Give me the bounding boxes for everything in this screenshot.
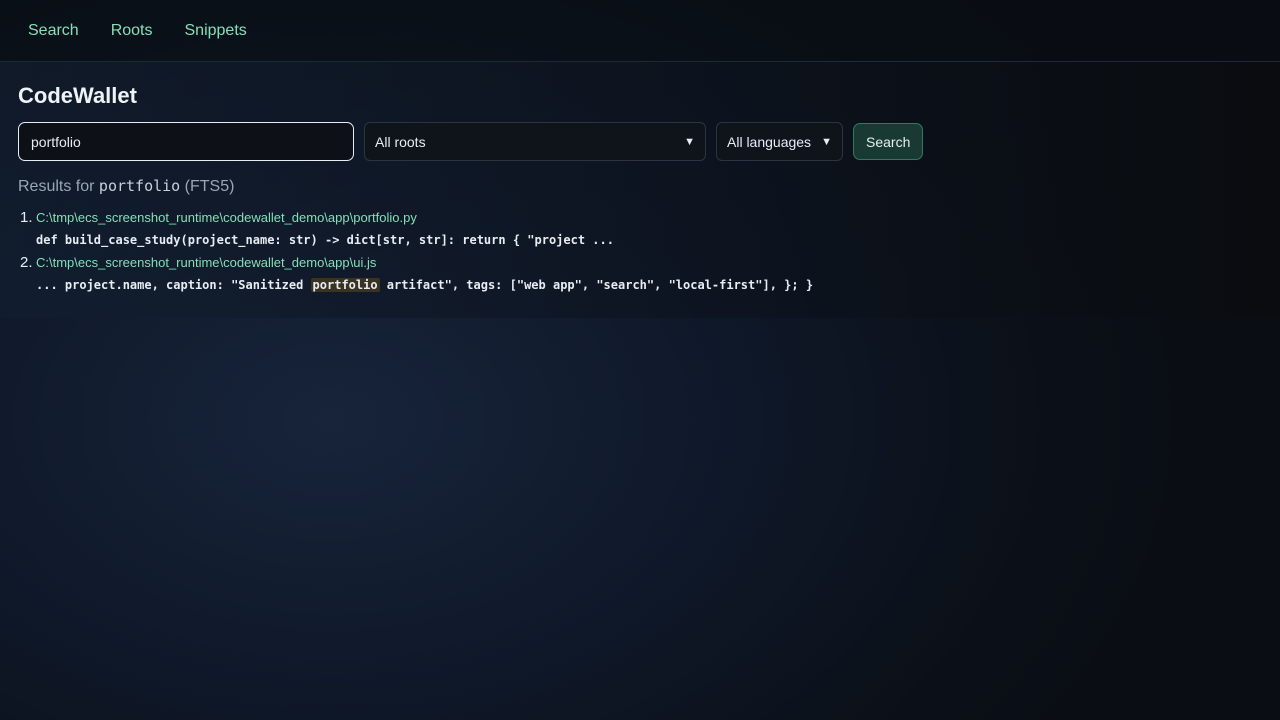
nav-search[interactable]: Search xyxy=(28,22,79,40)
search-row: All roots ▼ All languages ▼ Search xyxy=(18,122,1262,161)
nav-roots[interactable]: Roots xyxy=(111,22,153,40)
results-prefix: Results for xyxy=(18,178,95,195)
result-path-link[interactable]: C:\tmp\ecs_screenshot_runtime\codewallet… xyxy=(36,255,376,270)
result-snippet: def build_case_study(project_name: str) … xyxy=(36,233,614,247)
snippet-highlight: portfolio xyxy=(310,278,380,292)
roots-select[interactable]: All roots ▼ xyxy=(364,122,706,161)
chevron-down-icon: ▼ xyxy=(821,135,832,148)
page-title: CodeWallet xyxy=(18,83,137,108)
results-list: 1. C:\tmp\ecs_screenshot_runtime\codewal… xyxy=(18,209,1262,293)
search-panel: CodeWallet All roots ▼ All languages ▼ S… xyxy=(0,62,1280,318)
results-summary: Results for portfolio (FTS5) xyxy=(18,177,1262,197)
result-number: 1. xyxy=(20,209,33,226)
search-input[interactable] xyxy=(18,122,354,161)
result-path-link[interactable]: C:\tmp\ecs_screenshot_runtime\codewallet… xyxy=(36,210,417,225)
result-number: 2. xyxy=(20,254,33,271)
results-suffix: (FTS5) xyxy=(184,178,235,195)
list-item: 1. C:\tmp\ecs_screenshot_runtime\codewal… xyxy=(18,209,1262,254)
snippet-after: artifact", tags: ["web app", "search", "… xyxy=(379,278,814,292)
top-nav: Search Roots Snippets xyxy=(0,0,1280,62)
snippet-before: ... project.name, caption: "Sanitized xyxy=(36,278,311,292)
results-term: portfolio xyxy=(98,177,181,195)
languages-select-value: All languages xyxy=(727,133,812,150)
nav-snippets[interactable]: Snippets xyxy=(185,22,247,40)
chevron-down-icon: ▼ xyxy=(684,135,695,148)
search-button[interactable]: Search xyxy=(853,123,924,160)
list-item: 2. C:\tmp\ecs_screenshot_runtime\codewal… xyxy=(18,254,1262,293)
languages-select[interactable]: All languages ▼ xyxy=(716,122,843,161)
result-snippet: ... project.name, caption: "Sanitized po… xyxy=(36,277,1262,293)
roots-select-value: All roots xyxy=(375,133,426,150)
